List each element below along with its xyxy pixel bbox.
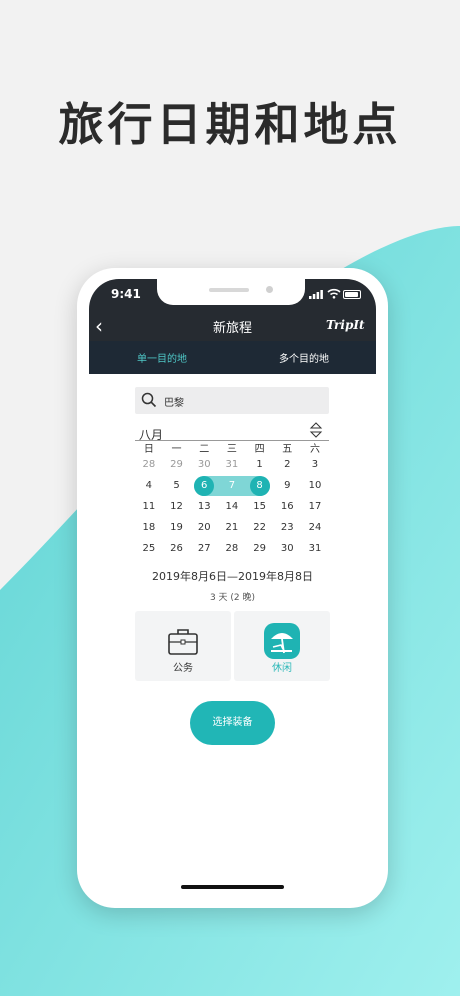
day-cell[interactable]: 17 — [301, 501, 329, 512]
weekday-label: 五 — [282, 444, 293, 455]
battery-icon — [343, 290, 361, 299]
day-cell[interactable]: 27 — [190, 543, 218, 554]
calendar-grid: 日一二三四五六 28 29 30 31 1 2 3 4 5 6 7 8 9 10 11 12 13 14 15 16 1… — [135, 441, 329, 559]
day-cell[interactable]: 8 — [246, 480, 274, 491]
day-cell[interactable]: 11 — [135, 501, 163, 512]
day-cell[interactable]: 18 — [135, 522, 163, 533]
week-row: 11 12 13 14 15 16 17 — [135, 496, 329, 517]
day-cell[interactable]: 1 — [246, 459, 274, 470]
nav-bar: ‹ 新旅程 TripIt — [89, 311, 376, 341]
week-row: 28 29 30 31 1 2 3 — [135, 454, 329, 475]
phone-frame: 9:41 ‹ 新旅程 TripIt 单一目的地 多个目的地 巴黎 八月 日 一 … — [77, 268, 388, 908]
weekday-label: 一 — [171, 444, 182, 455]
day-cell[interactable]: 21 — [218, 522, 246, 533]
day-cell[interactable]: 13 — [190, 501, 218, 512]
day-cell[interactable]: 16 — [273, 501, 301, 512]
trip-length: 3 天 (2 晚) — [209, 593, 256, 603]
camera — [266, 286, 273, 293]
month-switch-icon[interactable] — [309, 422, 323, 438]
signal-icon — [309, 290, 323, 299]
day-cell[interactable]: 31 — [301, 543, 329, 554]
home-indicator — [181, 885, 284, 889]
status-bar: 9:41 — [89, 279, 376, 311]
trip-type-label: 休闲 — [272, 663, 292, 674]
search-value: 巴黎 — [164, 398, 184, 409]
week-row: 25 26 27 28 29 30 31 — [135, 538, 329, 559]
day-cell[interactable]: 9 — [273, 480, 301, 491]
select-gear-button[interactable]: 选择装备 — [190, 701, 275, 745]
day-cell[interactable]: 14 — [218, 501, 246, 512]
day-cell[interactable]: 23 — [273, 522, 301, 533]
tab-multi-destination[interactable]: 多个目的地 — [279, 350, 329, 365]
day-cell[interactable]: 7 — [218, 480, 246, 491]
wifi-icon — [327, 288, 341, 299]
weekday-label: 四 — [254, 444, 265, 455]
day-cell[interactable]: 3 — [301, 459, 329, 470]
day-cell[interactable]: 10 — [301, 480, 329, 491]
weekday-label: 日 — [143, 444, 154, 455]
day-cell[interactable]: 2 — [273, 459, 301, 470]
day-cell[interactable]: 15 — [246, 501, 274, 512]
weekday-label: 三 — [226, 444, 237, 455]
day-cell[interactable]: 30 — [190, 459, 218, 470]
day-cell[interactable]: 6 — [190, 480, 218, 491]
phone-screen: 9:41 ‹ 新旅程 TripIt 单一目的地 多个目的地 巴黎 八月 日 一 … — [89, 279, 376, 897]
day-cell[interactable]: 22 — [246, 522, 274, 533]
trip-type-leisure[interactable]: 休闲 — [234, 611, 330, 681]
week-row: 4 5 6 7 8 9 10 — [135, 475, 329, 496]
day-cell[interactable]: 31 — [218, 459, 246, 470]
search-icon — [141, 392, 157, 408]
destination-tabs: 单一目的地 多个目的地 — [89, 341, 376, 374]
day-cell[interactable]: 30 — [273, 543, 301, 554]
day-cell[interactable]: 29 — [163, 459, 191, 470]
headline: 旅行日期和地点 — [58, 98, 402, 151]
date-range: 2019年8月6日—2019年8月8日 — [152, 570, 313, 583]
day-cell[interactable]: 29 — [246, 543, 274, 554]
briefcase-icon — [168, 629, 198, 655]
day-cell[interactable]: 20 — [190, 522, 218, 533]
weekday-row: 日一二三四五六 — [135, 441, 329, 455]
tab-single-destination[interactable]: 单一目的地 — [137, 350, 187, 365]
day-cell[interactable]: 19 — [163, 522, 191, 533]
day-cell[interactable]: 25 — [135, 543, 163, 554]
day-cell[interactable]: 28 — [135, 459, 163, 470]
day-cell[interactable]: 24 — [301, 522, 329, 533]
day-cell[interactable]: 5 — [163, 480, 191, 491]
day-cell[interactable]: 4 — [135, 480, 163, 491]
status-time: 9:41 — [111, 287, 141, 301]
weekday-label: 六 — [309, 444, 320, 455]
trip-type-business[interactable]: 公务 — [135, 611, 231, 681]
week-row: 18 19 20 21 22 23 24 — [135, 517, 329, 538]
day-cell[interactable]: 12 — [163, 501, 191, 512]
tripit-logo: TripIt — [326, 318, 365, 332]
trip-type-label: 公务 — [173, 663, 193, 674]
notch — [157, 279, 305, 305]
day-cell[interactable]: 28 — [218, 543, 246, 554]
weekday-label: 二 — [199, 444, 210, 455]
speaker — [209, 288, 249, 292]
beach-umbrella-icon — [264, 623, 300, 659]
search-input[interactable]: 巴黎 — [135, 387, 329, 414]
day-cell[interactable]: 26 — [163, 543, 191, 554]
